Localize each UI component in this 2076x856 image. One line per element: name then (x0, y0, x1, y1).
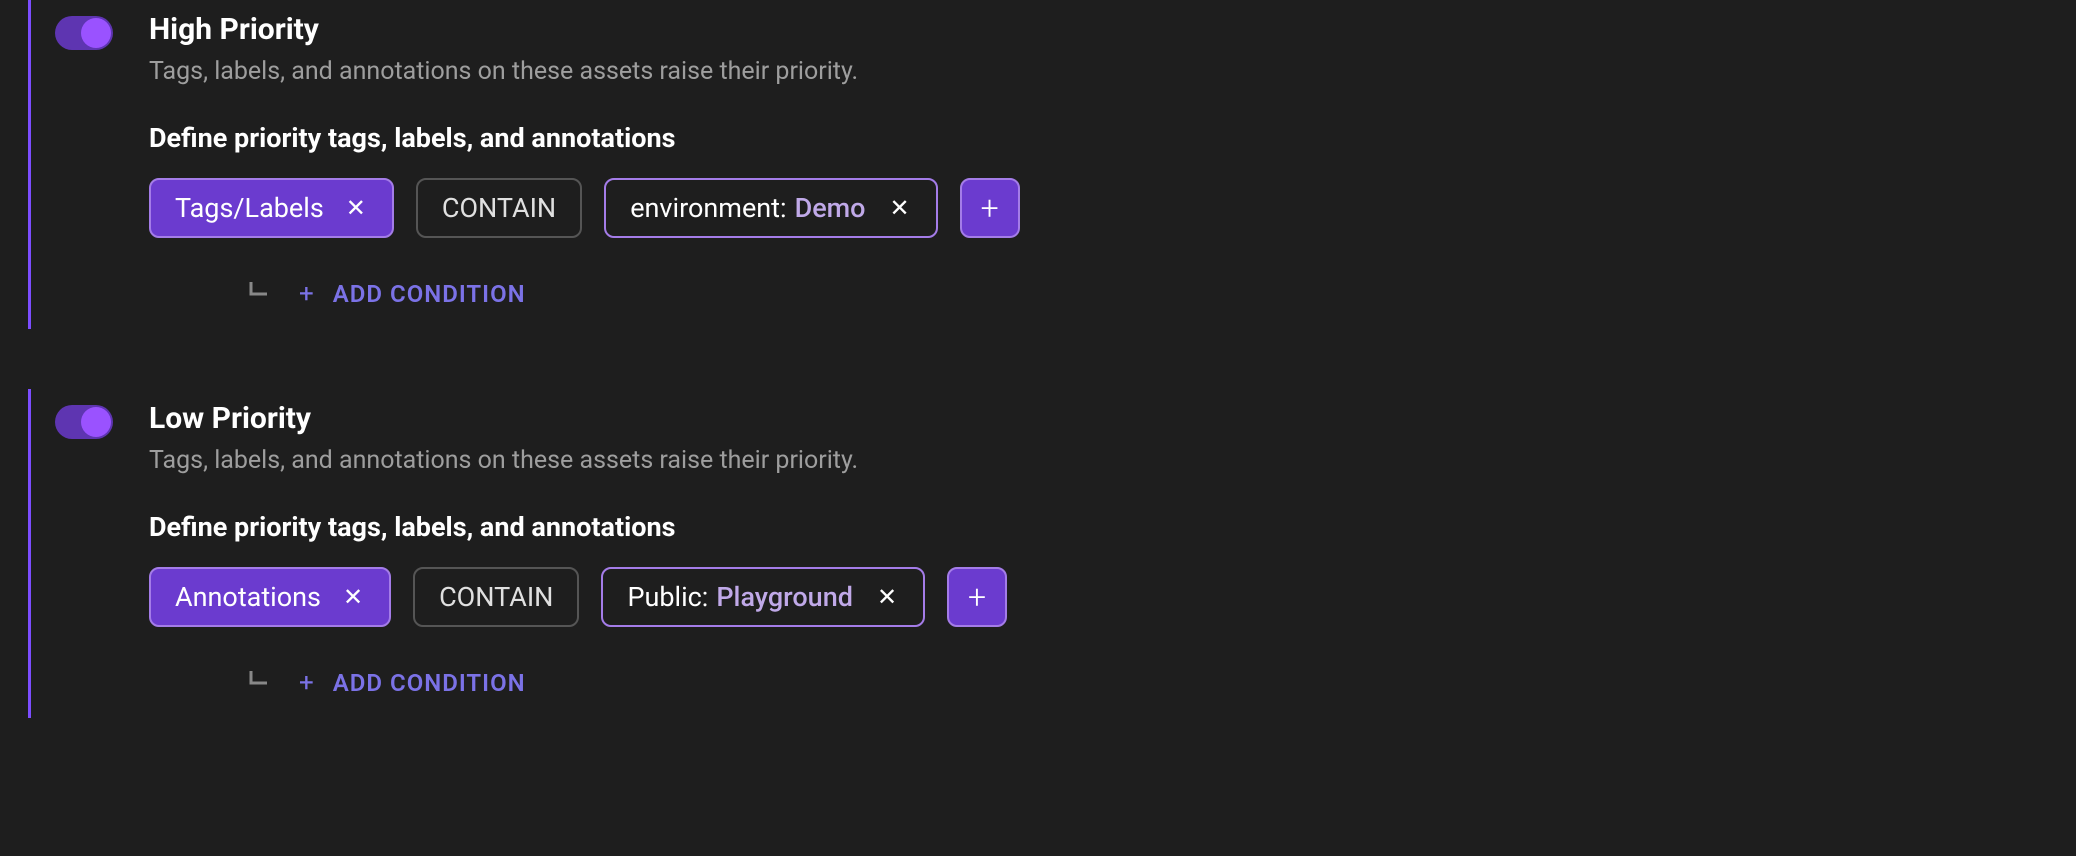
type-chip-label: Annotations (175, 581, 321, 613)
type-chip[interactable]: Tags/Labels ✕ (149, 178, 394, 238)
condition-row: Annotations ✕ CONTAIN Public: Playground… (149, 567, 2076, 627)
branch-icon (247, 667, 271, 698)
section-header: Low Priority Tags, labels, and annotatio… (55, 401, 2076, 511)
section-title: High Priority (149, 12, 858, 47)
section-title: Low Priority (149, 401, 858, 436)
branch-icon (247, 278, 271, 309)
define-label: Define priority tags, labels, and annota… (149, 122, 2076, 154)
operator-chip[interactable]: CONTAIN (416, 178, 582, 238)
plus-icon: + (299, 279, 315, 309)
section-subtitle: Tags, labels, and annotations on these a… (149, 446, 858, 475)
value-chip[interactable]: environment: Demo ✕ (604, 178, 937, 238)
add-condition-label: ADD CONDITION (333, 280, 526, 308)
type-chip[interactable]: Annotations ✕ (149, 567, 391, 627)
operator-label: CONTAIN (439, 581, 553, 613)
add-condition-row: + ADD CONDITION (247, 667, 2076, 698)
type-chip-label: Tags/Labels (175, 192, 324, 224)
value-val: Playground (716, 581, 853, 613)
plus-icon: + (981, 189, 999, 227)
value-chip[interactable]: Public: Playground ✕ (601, 567, 925, 627)
enable-toggle[interactable] (55, 405, 113, 439)
define-label: Define priority tags, labels, and annota… (149, 511, 2076, 543)
operator-chip[interactable]: CONTAIN (413, 567, 579, 627)
section-header: High Priority Tags, labels, and annotati… (55, 12, 2076, 122)
header-text: High Priority Tags, labels, and annotati… (149, 12, 858, 122)
section-body: Define priority tags, labels, and annota… (149, 511, 2076, 698)
value-key: Public: (627, 581, 708, 613)
enable-toggle[interactable] (55, 16, 113, 50)
close-icon[interactable]: ✕ (875, 583, 899, 611)
section-subtitle: Tags, labels, and annotations on these a… (149, 57, 858, 86)
operator-label: CONTAIN (442, 192, 556, 224)
condition-row: Tags/Labels ✕ CONTAIN environment: Demo … (149, 178, 2076, 238)
add-condition-row: + ADD CONDITION (247, 278, 2076, 309)
priority-section-high: High Priority Tags, labels, and annotati… (28, 0, 2076, 329)
add-value-button[interactable]: + (947, 567, 1007, 627)
close-icon[interactable]: ✕ (888, 194, 912, 222)
plus-icon: + (968, 578, 986, 616)
value-key: environment: (630, 192, 786, 224)
close-icon[interactable]: ✕ (344, 194, 368, 222)
add-value-button[interactable]: + (960, 178, 1020, 238)
priority-section-low: Low Priority Tags, labels, and annotatio… (28, 389, 2076, 718)
add-condition-button[interactable]: + ADD CONDITION (299, 279, 526, 309)
section-body: Define priority tags, labels, and annota… (149, 122, 2076, 309)
close-icon[interactable]: ✕ (341, 583, 365, 611)
add-condition-label: ADD CONDITION (333, 669, 526, 697)
value-val: Demo (795, 192, 866, 224)
add-condition-button[interactable]: + ADD CONDITION (299, 668, 526, 698)
plus-icon: + (299, 668, 315, 698)
header-text: Low Priority Tags, labels, and annotatio… (149, 401, 858, 511)
